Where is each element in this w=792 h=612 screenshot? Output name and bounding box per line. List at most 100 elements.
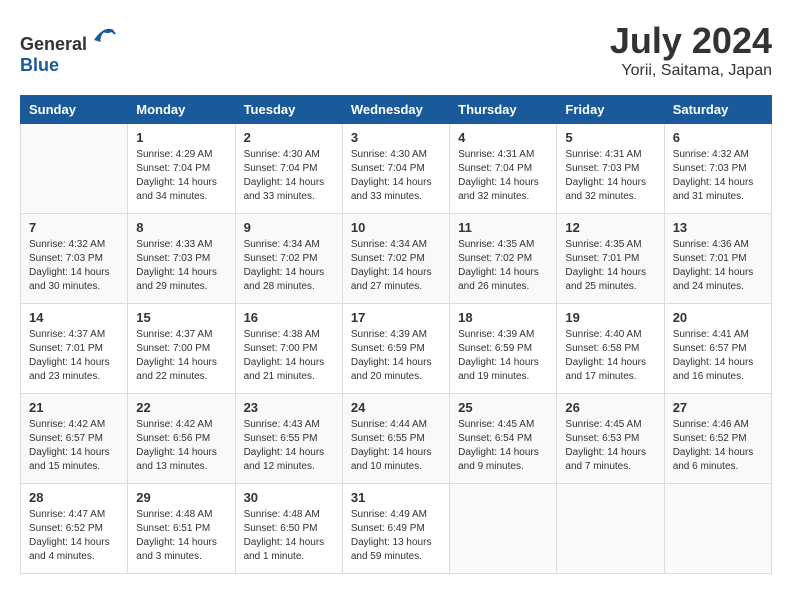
day-number: 21 — [29, 400, 119, 415]
month-title: July 2024 — [610, 20, 772, 62]
day-cell — [21, 124, 128, 214]
day-number: 26 — [565, 400, 655, 415]
logo: General Blue — [20, 20, 119, 76]
day-number: 20 — [673, 310, 763, 325]
day-cell: 31 Sunrise: 4:49 AMSunset: 6:49 PMDayligh… — [342, 484, 449, 574]
day-info: Sunrise: 4:32 AMSunset: 7:03 PMDaylight:… — [673, 148, 763, 204]
day-info: Sunrise: 4:49 AMSunset: 6:49 PMDaylight:… — [351, 508, 441, 564]
day-cell: 20 Sunrise: 4:41 AMSunset: 6:57 PMDayligh… — [664, 304, 771, 394]
day-number: 31 — [351, 490, 441, 505]
week-row-4: 28Sunrise: 4:47 AMSunset: 6:52 PMDayligh… — [21, 484, 772, 574]
day-number: 10 — [351, 220, 441, 235]
day-info: Sunrise: 4:37 AMSunset: 7:01 PMDaylight:… — [29, 328, 119, 384]
header-wednesday: Wednesday — [342, 96, 449, 124]
day-number: 18 — [458, 310, 548, 325]
day-number: 27 — [673, 400, 763, 415]
day-number: 5 — [565, 130, 655, 145]
day-number: 1 — [136, 130, 226, 145]
day-cell: 26 Sunrise: 4:45 AMSunset: 6:53 PMDayligh… — [557, 394, 664, 484]
day-info: Sunrise: 4:48 AMSunset: 6:51 PMDaylight:… — [136, 508, 226, 564]
day-number: 28 — [29, 490, 119, 505]
calendar-header-row: SundayMondayTuesdayWednesdayThursdayFrid… — [21, 96, 772, 124]
day-info: Sunrise: 4:45 AMSunset: 6:53 PMDaylight:… — [565, 418, 655, 474]
day-info: Sunrise: 4:32 AMSunset: 7:03 PMDaylight:… — [29, 238, 119, 294]
day-info: Sunrise: 4:34 AMSunset: 7:02 PMDaylight:… — [351, 238, 441, 294]
day-cell: 4Sunrise: 4:31 AMSunset: 7:04 PMDaylight… — [450, 124, 557, 214]
day-cell: 11Sunrise: 4:35 AMSunset: 7:02 PMDayligh… — [450, 214, 557, 304]
day-info: Sunrise: 4:37 AMSunset: 7:00 PMDaylight:… — [136, 328, 226, 384]
day-cell: 23Sunrise: 4:43 AMSunset: 6:55 PMDayligh… — [235, 394, 342, 484]
day-number: 14 — [29, 310, 119, 325]
logo-blue: Blue — [20, 55, 59, 75]
day-cell: 15Sunrise: 4:37 AMSunset: 7:00 PMDayligh… — [128, 304, 235, 394]
week-row-1: 7 Sunrise: 4:32 AMSunset: 7:03 PMDaylight… — [21, 214, 772, 304]
day-number: 7 — [29, 220, 119, 235]
day-info: Sunrise: 4:34 AMSunset: 7:02 PMDaylight:… — [244, 238, 334, 294]
day-info: Sunrise: 4:41 AMSunset: 6:57 PMDaylight:… — [673, 328, 763, 384]
day-cell: 6 Sunrise: 4:32 AMSunset: 7:03 PMDaylight… — [664, 124, 771, 214]
day-number: 4 — [458, 130, 548, 145]
header-monday: Monday — [128, 96, 235, 124]
title-block: July 2024 Yorii, Saitama, Japan — [610, 20, 772, 80]
day-cell: 9Sunrise: 4:34 AMSunset: 7:02 PMDaylight… — [235, 214, 342, 304]
day-info: Sunrise: 4:38 AMSunset: 7:00 PMDaylight:… — [244, 328, 334, 384]
day-cell — [450, 484, 557, 574]
day-info: Sunrise: 4:33 AMSunset: 7:03 PMDaylight:… — [136, 238, 226, 294]
logo-text: General Blue — [20, 20, 119, 76]
day-cell: 1 Sunrise: 4:29 AMSunset: 7:04 PMDaylight… — [128, 124, 235, 214]
day-info: Sunrise: 4:45 AMSunset: 6:54 PMDaylight:… — [458, 418, 548, 474]
day-info: Sunrise: 4:42 AMSunset: 6:56 PMDaylight:… — [136, 418, 226, 474]
day-number: 6 — [673, 130, 763, 145]
day-cell: 3Sunrise: 4:30 AMSunset: 7:04 PMDaylight… — [342, 124, 449, 214]
day-cell: 7 Sunrise: 4:32 AMSunset: 7:03 PMDaylight… — [21, 214, 128, 304]
week-row-0: 1 Sunrise: 4:29 AMSunset: 7:04 PMDaylight… — [21, 124, 772, 214]
day-number: 2 — [244, 130, 334, 145]
day-cell: 5 Sunrise: 4:31 AMSunset: 7:03 PMDaylight… — [557, 124, 664, 214]
day-number: 30 — [244, 490, 334, 505]
day-info: Sunrise: 4:46 AMSunset: 6:52 PMDaylight:… — [673, 418, 763, 474]
day-number: 23 — [244, 400, 334, 415]
day-cell: 2Sunrise: 4:30 AMSunset: 7:04 PMDaylight… — [235, 124, 342, 214]
header-sunday: Sunday — [21, 96, 128, 124]
day-cell — [557, 484, 664, 574]
header-friday: Friday — [557, 96, 664, 124]
day-cell: 8 Sunrise: 4:33 AMSunset: 7:03 PMDaylight… — [128, 214, 235, 304]
day-cell: 28Sunrise: 4:47 AMSunset: 6:52 PMDayligh… — [21, 484, 128, 574]
day-cell: 13 Sunrise: 4:36 AMSunset: 7:01 PMDayligh… — [664, 214, 771, 304]
day-cell: 19Sunrise: 4:40 AMSunset: 6:58 PMDayligh… — [557, 304, 664, 394]
day-info: Sunrise: 4:35 AMSunset: 7:02 PMDaylight:… — [458, 238, 548, 294]
day-cell: 18 Sunrise: 4:39 AMSunset: 6:59 PMDayligh… — [450, 304, 557, 394]
header-thursday: Thursday — [450, 96, 557, 124]
day-info: Sunrise: 4:35 AMSunset: 7:01 PMDaylight:… — [565, 238, 655, 294]
day-info: Sunrise: 4:48 AMSunset: 6:50 PMDaylight:… — [244, 508, 334, 564]
day-info: Sunrise: 4:39 AMSunset: 6:59 PMDaylight:… — [458, 328, 548, 384]
day-info: Sunrise: 4:31 AMSunset: 7:03 PMDaylight:… — [565, 148, 655, 204]
location: Yorii, Saitama, Japan — [610, 62, 772, 80]
day-info: Sunrise: 4:42 AMSunset: 6:57 PMDaylight:… — [29, 418, 119, 474]
week-row-2: 14 Sunrise: 4:37 AMSunset: 7:01 PMDayligh… — [21, 304, 772, 394]
day-info: Sunrise: 4:44 AMSunset: 6:55 PMDaylight:… — [351, 418, 441, 474]
day-info: Sunrise: 4:29 AMSunset: 7:04 PMDaylight:… — [136, 148, 226, 204]
day-cell: 12 Sunrise: 4:35 AMSunset: 7:01 PMDayligh… — [557, 214, 664, 304]
day-number: 24 — [351, 400, 441, 415]
header-saturday: Saturday — [664, 96, 771, 124]
day-info: Sunrise: 4:39 AMSunset: 6:59 PMDaylight:… — [351, 328, 441, 384]
header-tuesday: Tuesday — [235, 96, 342, 124]
day-cell: 17 Sunrise: 4:39 AMSunset: 6:59 PMDayligh… — [342, 304, 449, 394]
day-info: Sunrise: 4:36 AMSunset: 7:01 PMDaylight:… — [673, 238, 763, 294]
day-cell: 14 Sunrise: 4:37 AMSunset: 7:01 PMDayligh… — [21, 304, 128, 394]
day-cell: 21 Sunrise: 4:42 AMSunset: 6:57 PMDayligh… — [21, 394, 128, 484]
day-cell: 16Sunrise: 4:38 AMSunset: 7:00 PMDayligh… — [235, 304, 342, 394]
day-cell: 27 Sunrise: 4:46 AMSunset: 6:52 PMDayligh… — [664, 394, 771, 484]
day-number: 17 — [351, 310, 441, 325]
day-cell: 10 Sunrise: 4:34 AMSunset: 7:02 PMDayligh… — [342, 214, 449, 304]
day-number: 8 — [136, 220, 226, 235]
day-number: 13 — [673, 220, 763, 235]
day-cell: 29Sunrise: 4:48 AMSunset: 6:51 PMDayligh… — [128, 484, 235, 574]
day-cell: 24 Sunrise: 4:44 AMSunset: 6:55 PMDayligh… — [342, 394, 449, 484]
day-number: 12 — [565, 220, 655, 235]
day-cell: 22Sunrise: 4:42 AMSunset: 6:56 PMDayligh… — [128, 394, 235, 484]
day-number: 19 — [565, 310, 655, 325]
week-row-3: 21 Sunrise: 4:42 AMSunset: 6:57 PMDayligh… — [21, 394, 772, 484]
day-info: Sunrise: 4:30 AMSunset: 7:04 PMDaylight:… — [351, 148, 441, 204]
